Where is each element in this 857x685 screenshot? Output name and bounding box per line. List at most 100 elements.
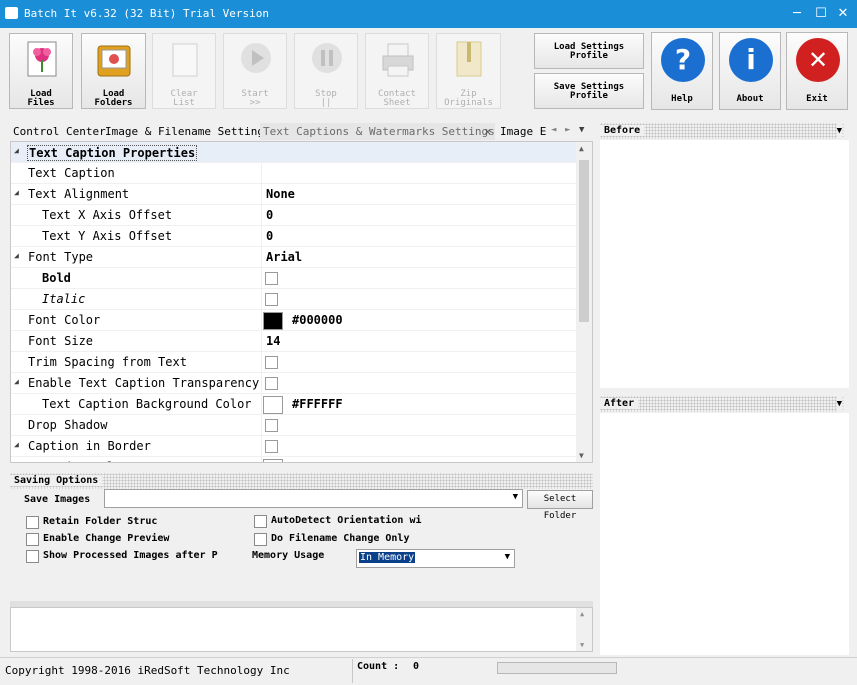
grid-scrollbar[interactable]: ▲ ▼ (576, 142, 592, 462)
grid-row[interactable]: Drop Shadow (11, 415, 577, 436)
grid-row[interactable]: Font Color #000000 (11, 310, 577, 331)
help-button[interactable]: ? Help (651, 32, 713, 110)
load-settings-label-2: Profile (570, 51, 608, 61)
memory-usage-value: In Memory (359, 552, 416, 563)
clear-list-button[interactable]: Clear List (152, 33, 216, 109)
property-checkbox[interactable] (265, 356, 278, 369)
chevron-down-icon[interactable]: ▼ (505, 552, 510, 562)
clear-list-icon (167, 40, 203, 80)
property-value[interactable]: 0 (266, 208, 273, 222)
property-checkbox[interactable] (265, 293, 278, 306)
chevron-down-icon[interactable]: ▼ (513, 492, 518, 502)
section-header[interactable]: ◢ Text Caption Properties (11, 142, 577, 163)
tab-control-center[interactable]: Control Center (10, 123, 109, 140)
zip-icon (451, 40, 487, 80)
retain-folder-checkbox[interactable] (26, 516, 39, 529)
property-name: Italic (42, 292, 86, 306)
zip-originals-button[interactable]: Zip Originals (436, 33, 501, 109)
property-name: Enable Text Caption Transparency (28, 376, 260, 390)
title-bar: Batch It v6.32 (32 Bit) Trial Version ─ … (0, 0, 857, 28)
save-settings-profile-button[interactable]: Save Settings Profile (534, 73, 644, 109)
property-name: Border Color (42, 460, 129, 462)
grid-row[interactable]: Text Caption (11, 163, 577, 184)
grid-row[interactable]: Italic (11, 289, 577, 310)
after-title: After (600, 398, 639, 409)
expand-toggle-icon[interactable]: ◢ (14, 440, 19, 449)
saving-options-title: Saving Options (10, 475, 103, 486)
info-icon: i (729, 38, 773, 82)
chevron-down-icon[interactable]: ▼ (836, 123, 842, 139)
tab-image-effects[interactable]: Image E (497, 123, 549, 140)
color-swatch[interactable] (263, 459, 283, 462)
grid-row[interactable]: ◢ Enable Text Caption Transparency (11, 373, 577, 394)
autodetect-checkbox[interactable] (254, 515, 267, 528)
grid-row[interactable]: ◢ Text Alignment None (11, 184, 577, 205)
show-processed-label: Show Processed Images after P (43, 550, 218, 561)
property-checkbox[interactable] (265, 419, 278, 432)
about-label: About (736, 94, 764, 104)
property-checkbox[interactable] (265, 377, 278, 390)
tab-text-captions-watermarks[interactable]: Text Captions & Watermarks Settings ✕ (260, 123, 495, 140)
property-checkbox[interactable] (265, 440, 278, 453)
about-button[interactable]: i About (719, 32, 781, 110)
chevron-down-icon[interactable]: ▼ (836, 396, 842, 412)
tab-scroll-left-icon[interactable]: ◄ (551, 125, 556, 135)
minimize-button[interactable]: ─ (787, 4, 807, 24)
grid-row[interactable]: Text Caption Background Color #FFFFFF (11, 394, 577, 415)
grid-row[interactable]: ◢ Caption in Border (11, 436, 577, 457)
color-swatch[interactable] (263, 396, 283, 414)
grid-scroll-thumb[interactable] (579, 160, 589, 322)
property-name: Text Caption Background Color (42, 397, 252, 411)
autodetect-label: AutoDetect Orientation wi (271, 515, 422, 526)
close-window-button[interactable]: ✕ (833, 4, 853, 24)
contact-sheet-label-2: Sheet (383, 98, 411, 108)
color-value[interactable]: #FFFFFF (292, 460, 343, 462)
tab-close-icon[interactable]: ✕ (484, 123, 491, 140)
tab-list-dropdown-icon[interactable]: ▼ (579, 125, 584, 135)
save-images-combo[interactable]: ▼ (104, 489, 523, 508)
stop-button[interactable]: Stop || (294, 33, 358, 109)
property-value[interactable]: 0 (266, 229, 273, 243)
expand-toggle-icon[interactable]: ◢ (14, 188, 19, 197)
property-checkbox[interactable] (265, 272, 278, 285)
log-area[interactable]: ▲ ▼ (10, 607, 593, 652)
collapse-icon[interactable]: ◢ (14, 146, 19, 155)
color-swatch[interactable] (263, 312, 283, 330)
enable-preview-checkbox[interactable] (26, 533, 39, 546)
filename-only-checkbox[interactable] (254, 533, 267, 546)
expand-toggle-icon[interactable]: ◢ (14, 377, 19, 386)
color-value[interactable]: #000000 (292, 313, 343, 327)
grid-row[interactable]: Trim Spacing from Text (11, 352, 577, 373)
grid-row[interactable]: Border Color #FFFFFF (11, 457, 577, 462)
grid-row[interactable]: Bold (11, 268, 577, 289)
show-processed-checkbox[interactable] (26, 550, 39, 563)
property-value[interactable]: 14 (266, 334, 280, 348)
load-files-button[interactable]: Load Files (9, 33, 73, 109)
expand-toggle-icon[interactable]: ◢ (14, 251, 19, 260)
memory-usage-label: Memory Usage (252, 550, 325, 561)
property-value[interactable]: None (266, 187, 295, 201)
select-folder-button[interactable]: Select Folder (527, 490, 593, 521)
property-name: Bold (42, 271, 71, 285)
tab-image-filename-settings[interactable]: Image & Filename Settings (102, 123, 274, 140)
grid-row[interactable]: Text Y Axis Offset 0 (11, 226, 577, 247)
property-value[interactable]: Arial (266, 250, 302, 264)
load-settings-profile-button[interactable]: Load Settings Profile (534, 33, 644, 69)
load-files-label-2: Files (27, 98, 55, 108)
memory-usage-select[interactable]: In Memory ▼ (356, 549, 515, 568)
grid-row[interactable]: ◢ Font Type Arial (11, 247, 577, 268)
grid-row[interactable]: Text X Axis Offset 0 (11, 205, 577, 226)
load-folders-button[interactable]: Load Folders (81, 33, 146, 109)
tab-scroll-right-icon[interactable]: ► (565, 125, 570, 135)
maximize-button[interactable]: ☐ (811, 4, 831, 24)
property-name: Text Alignment (28, 187, 130, 201)
stop-label-2: || (320, 98, 332, 108)
exit-button[interactable]: ✕ Exit (786, 32, 848, 110)
property-name: Text Caption (28, 166, 115, 180)
property-name: Font Color (28, 313, 101, 327)
retain-folder-label: Retain Folder Struc (43, 516, 158, 527)
start-button[interactable]: Start >> (223, 33, 287, 109)
contact-sheet-button[interactable]: Contact Sheet (365, 33, 429, 109)
color-value[interactable]: #FFFFFF (292, 397, 343, 411)
grid-row[interactable]: Font Size 14 (11, 331, 577, 352)
